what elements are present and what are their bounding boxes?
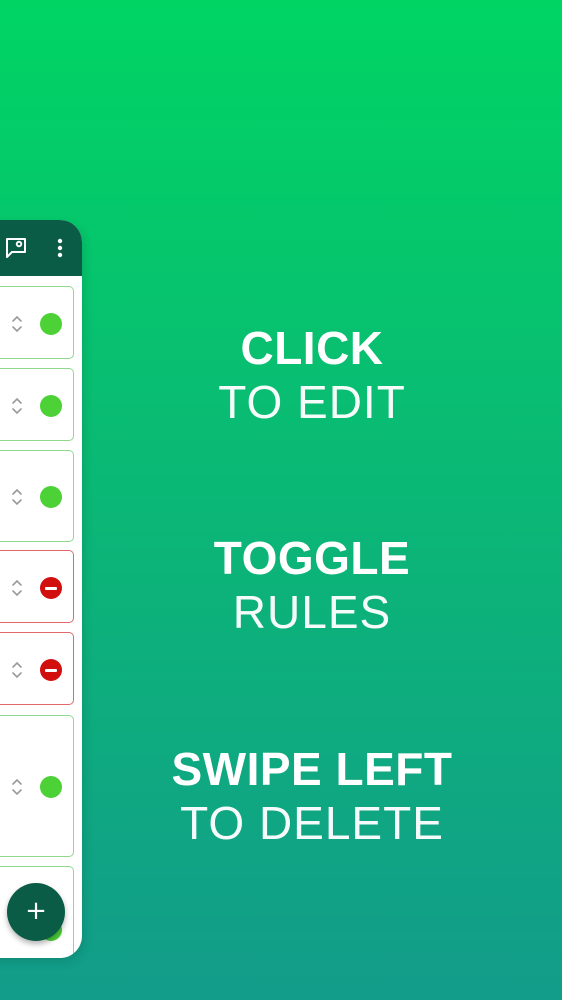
status-enabled-icon[interactable] bbox=[40, 395, 62, 417]
chat-settings-icon[interactable] bbox=[4, 236, 28, 265]
caption-toggle-light: RULES bbox=[232, 586, 392, 638]
rule-card[interactable] bbox=[0, 368, 74, 441]
caption-edit: CLICK TO EDIT bbox=[130, 321, 494, 429]
rule-card[interactable] bbox=[0, 715, 74, 857]
sort-handle-icon[interactable] bbox=[10, 313, 24, 340]
caption-edit-light: TO EDIT bbox=[218, 376, 406, 428]
rule-card[interactable] bbox=[0, 450, 74, 542]
status-disabled-icon[interactable] bbox=[40, 659, 62, 681]
status-enabled-icon[interactable] bbox=[40, 313, 62, 335]
sort-handle-icon[interactable] bbox=[10, 659, 24, 686]
caption-swipe-bold: SWIPE LEFT bbox=[171, 743, 453, 795]
caption-toggle-bold: TOGGLE bbox=[213, 532, 411, 584]
add-rule-button[interactable]: + bbox=[7, 883, 65, 941]
rule-card[interactable] bbox=[0, 632, 74, 705]
status-disabled-icon[interactable] bbox=[40, 577, 62, 599]
rule-card[interactable] bbox=[0, 286, 74, 359]
caption-toggle: TOGGLE RULES bbox=[130, 531, 494, 639]
sort-handle-icon[interactable] bbox=[10, 577, 24, 604]
sort-handle-icon[interactable] bbox=[10, 395, 24, 422]
rule-card[interactable] bbox=[0, 550, 74, 623]
app-toolbar bbox=[0, 220, 82, 276]
status-enabled-icon[interactable] bbox=[40, 486, 62, 508]
caption-swipe-light: TO DELETE bbox=[180, 797, 444, 849]
caption-swipe: SWIPE LEFT TO DELETE bbox=[130, 742, 494, 850]
sort-handle-icon[interactable] bbox=[10, 486, 24, 513]
caption-edit-bold: CLICK bbox=[240, 322, 384, 374]
phone-mockup: + bbox=[0, 220, 82, 958]
more-vert-icon[interactable] bbox=[54, 236, 66, 265]
status-enabled-icon[interactable] bbox=[40, 776, 62, 798]
sort-handle-icon[interactable] bbox=[10, 776, 24, 803]
